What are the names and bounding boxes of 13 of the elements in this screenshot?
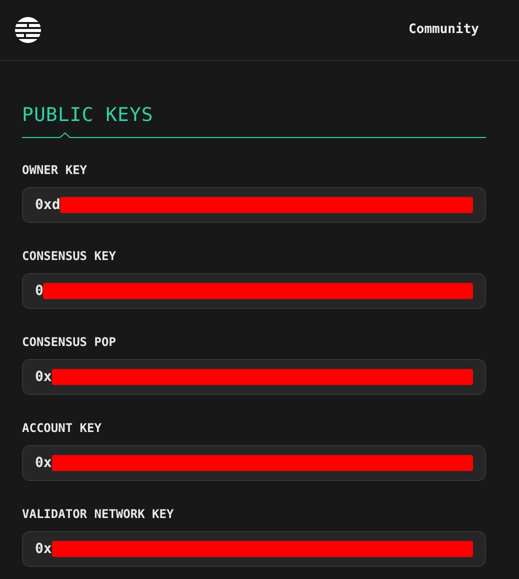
- key-field[interactable]: 0x: [22, 445, 486, 481]
- key-field[interactable]: 0x: [22, 359, 486, 395]
- key-field[interactable]: 0xd: [22, 187, 486, 223]
- community-link[interactable]: Community: [408, 20, 479, 40]
- field-label: OWNER KEY: [22, 163, 88, 177]
- logo-icon[interactable]: [15, 17, 41, 43]
- field-label: VALIDATOR NETWORK KEY: [22, 507, 175, 521]
- key-field[interactable]: 0: [22, 273, 486, 309]
- section-title: PUBLIC KEYS: [22, 103, 154, 127]
- field-label: ACCOUNT KEY: [22, 421, 102, 435]
- field-label: CONSENSUS KEY: [22, 249, 117, 263]
- key-field[interactable]: 0x: [22, 531, 486, 567]
- field-label: CONSENSUS POP: [22, 335, 117, 349]
